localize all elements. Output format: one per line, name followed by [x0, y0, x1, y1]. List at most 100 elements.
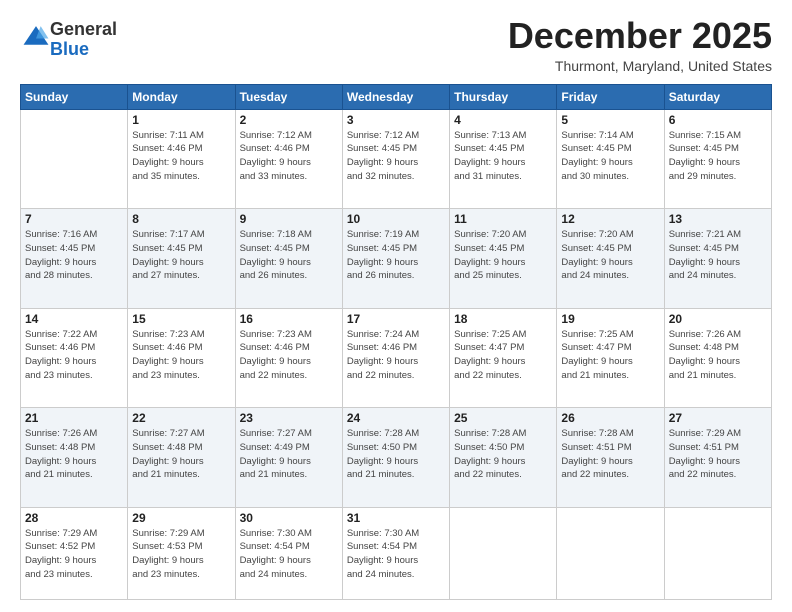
day-number: 24 [347, 411, 445, 425]
day-info: Sunrise: 7:30 AM Sunset: 4:54 PM Dayligh… [347, 527, 445, 582]
logo: General Blue [20, 20, 117, 60]
calendar-cell: 13 Sunrise: 7:21 AM Sunset: 4:45 PM Dayli… [664, 209, 771, 308]
calendar-cell [664, 507, 771, 599]
calendar-cell: 22 Sunrise: 7:27 AM Sunset: 4:48 PM Dayli… [128, 408, 235, 507]
calendar-cell: 11 Sunrise: 7:20 AM Sunset: 4:45 PM Dayli… [450, 209, 557, 308]
day-info: Sunrise: 7:27 AM Sunset: 4:49 PM Dayligh… [240, 427, 338, 482]
day-number: 23 [240, 411, 338, 425]
day-info: Sunrise: 7:22 AM Sunset: 4:46 PM Dayligh… [25, 328, 123, 383]
day-info: Sunrise: 7:14 AM Sunset: 4:45 PM Dayligh… [561, 129, 659, 184]
day-number: 26 [561, 411, 659, 425]
day-number: 8 [132, 212, 230, 226]
day-info: Sunrise: 7:23 AM Sunset: 4:46 PM Dayligh… [132, 328, 230, 383]
day-number: 9 [240, 212, 338, 226]
day-info: Sunrise: 7:18 AM Sunset: 4:45 PM Dayligh… [240, 228, 338, 283]
day-number: 22 [132, 411, 230, 425]
calendar-cell: 12Sunrise: 7:20 AM Sunset: 4:45 PM Dayli… [557, 209, 664, 308]
calendar-cell: 15 Sunrise: 7:23 AM Sunset: 4:46 PM Dayli… [128, 308, 235, 407]
day-info: Sunrise: 7:26 AM Sunset: 4:48 PM Dayligh… [25, 427, 123, 482]
day-info: Sunrise: 7:21 AM Sunset: 4:45 PM Dayligh… [669, 228, 767, 283]
day-number: 6 [669, 113, 767, 127]
col-header-monday: Monday [128, 84, 235, 109]
day-info: Sunrise: 7:24 AM Sunset: 4:46 PM Dayligh… [347, 328, 445, 383]
calendar-cell: 14 Sunrise: 7:22 AM Sunset: 4:46 PM Dayli… [21, 308, 128, 407]
day-number: 11 [454, 212, 552, 226]
calendar-cell: 19Sunrise: 7:25 AM Sunset: 4:47 PM Dayli… [557, 308, 664, 407]
day-info: Sunrise: 7:27 AM Sunset: 4:48 PM Dayligh… [132, 427, 230, 482]
calendar-cell: 24Sunrise: 7:28 AM Sunset: 4:50 PM Dayli… [342, 408, 449, 507]
calendar-cell: 5 Sunrise: 7:14 AM Sunset: 4:45 PM Daylig… [557, 109, 664, 208]
day-info: Sunrise: 7:29 AM Sunset: 4:52 PM Dayligh… [25, 527, 123, 582]
location-title: Thurmont, Maryland, United States [508, 58, 772, 74]
month-title: December 2025 [508, 16, 772, 56]
col-header-tuesday: Tuesday [235, 84, 342, 109]
calendar-cell: 18 Sunrise: 7:25 AM Sunset: 4:47 PM Dayli… [450, 308, 557, 407]
day-info: Sunrise: 7:25 AM Sunset: 4:47 PM Dayligh… [454, 328, 552, 383]
col-header-wednesday: Wednesday [342, 84, 449, 109]
day-number: 2 [240, 113, 338, 127]
calendar-week-row: 7Sunrise: 7:16 AM Sunset: 4:45 PM Daylig… [21, 209, 772, 308]
day-number: 29 [132, 511, 230, 525]
day-info: Sunrise: 7:13 AM Sunset: 4:45 PM Dayligh… [454, 129, 552, 184]
day-number: 31 [347, 511, 445, 525]
logo-blue: Blue [50, 39, 89, 59]
day-info: Sunrise: 7:25 AM Sunset: 4:47 PM Dayligh… [561, 328, 659, 383]
day-number: 4 [454, 113, 552, 127]
day-info: Sunrise: 7:12 AM Sunset: 4:46 PM Dayligh… [240, 129, 338, 184]
day-number: 20 [669, 312, 767, 326]
calendar-cell: 6 Sunrise: 7:15 AM Sunset: 4:45 PM Daylig… [664, 109, 771, 208]
day-number: 14 [25, 312, 123, 326]
day-info: Sunrise: 7:15 AM Sunset: 4:45 PM Dayligh… [669, 129, 767, 184]
day-number: 18 [454, 312, 552, 326]
calendar-cell: 2 Sunrise: 7:12 AM Sunset: 4:46 PM Daylig… [235, 109, 342, 208]
day-info: Sunrise: 7:19 AM Sunset: 4:45 PM Dayligh… [347, 228, 445, 283]
day-info: Sunrise: 7:28 AM Sunset: 4:50 PM Dayligh… [454, 427, 552, 482]
day-info: Sunrise: 7:30 AM Sunset: 4:54 PM Dayligh… [240, 527, 338, 582]
day-info: Sunrise: 7:20 AM Sunset: 4:45 PM Dayligh… [561, 228, 659, 283]
calendar-cell [450, 507, 557, 599]
col-header-friday: Friday [557, 84, 664, 109]
calendar-cell: 8Sunrise: 7:17 AM Sunset: 4:45 PM Daylig… [128, 209, 235, 308]
calendar-cell: 9 Sunrise: 7:18 AM Sunset: 4:45 PM Daylig… [235, 209, 342, 308]
day-number: 13 [669, 212, 767, 226]
calendar-header-row: SundayMondayTuesdayWednesdayThursdayFrid… [21, 84, 772, 109]
day-number: 30 [240, 511, 338, 525]
day-number: 15 [132, 312, 230, 326]
calendar-week-row: 21Sunrise: 7:26 AM Sunset: 4:48 PM Dayli… [21, 408, 772, 507]
calendar-cell: 17 Sunrise: 7:24 AM Sunset: 4:46 PM Dayli… [342, 308, 449, 407]
calendar-cell: 1 Sunrise: 7:11 AM Sunset: 4:46 PM Daylig… [128, 109, 235, 208]
col-header-thursday: Thursday [450, 84, 557, 109]
day-info: Sunrise: 7:12 AM Sunset: 4:45 PM Dayligh… [347, 129, 445, 184]
logo-icon [22, 23, 50, 51]
calendar-cell: 29 Sunrise: 7:29 AM Sunset: 4:53 PM Dayli… [128, 507, 235, 599]
calendar-cell: 20Sunrise: 7:26 AM Sunset: 4:48 PM Dayli… [664, 308, 771, 407]
day-info: Sunrise: 7:11 AM Sunset: 4:46 PM Dayligh… [132, 129, 230, 184]
day-info: Sunrise: 7:16 AM Sunset: 4:45 PM Dayligh… [25, 228, 123, 283]
day-info: Sunrise: 7:23 AM Sunset: 4:46 PM Dayligh… [240, 328, 338, 383]
logo-text: General Blue [50, 20, 117, 60]
title-section: December 2025 Thurmont, Maryland, United… [508, 16, 772, 74]
day-info: Sunrise: 7:28 AM Sunset: 4:51 PM Dayligh… [561, 427, 659, 482]
day-info: Sunrise: 7:29 AM Sunset: 4:53 PM Dayligh… [132, 527, 230, 582]
header: General Blue December 2025 Thurmont, Mar… [20, 16, 772, 74]
day-number: 28 [25, 511, 123, 525]
day-number: 25 [454, 411, 552, 425]
day-number: 17 [347, 312, 445, 326]
col-header-sunday: Sunday [21, 84, 128, 109]
calendar-cell: 21Sunrise: 7:26 AM Sunset: 4:48 PM Dayli… [21, 408, 128, 507]
calendar-cell: 31 Sunrise: 7:30 AM Sunset: 4:54 PM Dayli… [342, 507, 449, 599]
calendar-cell: 7Sunrise: 7:16 AM Sunset: 4:45 PM Daylig… [21, 209, 128, 308]
day-number: 27 [669, 411, 767, 425]
calendar-cell: 30 Sunrise: 7:30 AM Sunset: 4:54 PM Dayli… [235, 507, 342, 599]
calendar-cell [21, 109, 128, 208]
logo-general: General [50, 19, 117, 39]
day-info: Sunrise: 7:20 AM Sunset: 4:45 PM Dayligh… [454, 228, 552, 283]
day-number: 1 [132, 113, 230, 127]
day-number: 5 [561, 113, 659, 127]
calendar-week-row: 1 Sunrise: 7:11 AM Sunset: 4:46 PM Daylig… [21, 109, 772, 208]
calendar-week-row: 14 Sunrise: 7:22 AM Sunset: 4:46 PM Dayli… [21, 308, 772, 407]
calendar-cell: 10Sunrise: 7:19 AM Sunset: 4:45 PM Dayli… [342, 209, 449, 308]
day-info: Sunrise: 7:29 AM Sunset: 4:51 PM Dayligh… [669, 427, 767, 482]
calendar-cell: 27 Sunrise: 7:29 AM Sunset: 4:51 PM Dayli… [664, 408, 771, 507]
calendar-week-row: 28 Sunrise: 7:29 AM Sunset: 4:52 PM Dayli… [21, 507, 772, 599]
